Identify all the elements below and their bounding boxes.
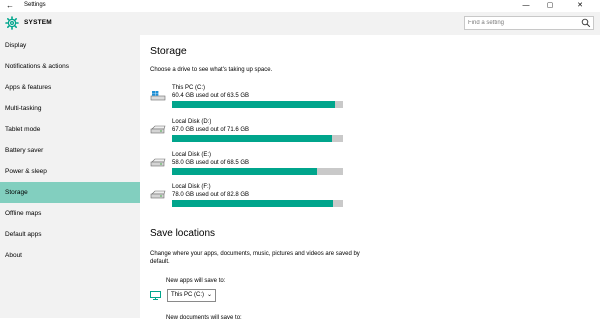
- new-documents-label: New documents will save to:: [166, 315, 242, 321]
- minimize-button[interactable]: —: [516, 0, 536, 12]
- page-title: Storage: [150, 45, 187, 57]
- monitor-icon: [150, 291, 161, 300]
- new-apps-location-dropdown[interactable]: This PC (C:) ⌄: [167, 289, 216, 302]
- disk-drive-icon: [150, 125, 166, 134]
- drive-name: Local Disk (F:): [172, 184, 211, 190]
- usage-bar: [172, 200, 343, 207]
- search-box[interactable]: [464, 16, 594, 30]
- disk-drive-icon: [150, 158, 166, 167]
- search-icon[interactable]: [581, 18, 591, 28]
- usage-bar: [172, 135, 343, 142]
- usage-bar-fill: [172, 200, 334, 207]
- sidebar-item-apps-features[interactable]: Apps & features: [0, 77, 140, 98]
- usage-bar: [172, 168, 343, 175]
- section-title: SYSTEM: [24, 19, 52, 26]
- sidebar-item-tablet-mode[interactable]: Tablet mode: [0, 119, 140, 140]
- drive-usage: 58.0 GB used out of 68.5 GB: [172, 160, 250, 166]
- usage-bar-fill: [172, 101, 335, 108]
- sidebar-item-notifications[interactable]: Notifications & actions: [0, 56, 140, 77]
- new-apps-label: New apps will save to:: [166, 278, 226, 284]
- gear-icon: [5, 16, 19, 30]
- dropdown-value: This PC (C:): [171, 292, 204, 298]
- drive-d[interactable]: Local Disk (D:) 67.0 GB used out of 71.6…: [150, 119, 350, 149]
- disk-drive-icon: [150, 190, 166, 199]
- drive-usage: 78.0 GB used out of 82.8 GB: [172, 192, 250, 198]
- sidebar-item-storage[interactable]: Storage: [0, 182, 140, 203]
- drive-name: This PC (C:): [172, 85, 205, 91]
- drive-e[interactable]: Local Disk (E:) 58.0 GB used out of 68.5…: [150, 152, 350, 182]
- sidebar-item-battery-saver[interactable]: Battery saver: [0, 140, 140, 161]
- window-title: Settings: [24, 2, 46, 8]
- drive-usage: 67.0 GB used out of 71.6 GB: [172, 127, 250, 133]
- save-locations-description: Change where your apps, documents, music…: [150, 251, 360, 265]
- drive-c[interactable]: This PC (C:) 60.4 GB used out of 63.5 GB: [150, 85, 350, 115]
- sidebar: Display Notifications & actions Apps & f…: [0, 35, 140, 318]
- section-header: SYSTEM: [0, 12, 600, 35]
- chevron-down-icon: ⌄: [206, 292, 212, 298]
- usage-bar-fill: [172, 135, 333, 142]
- storage-description: Choose a drive to see what's taking up s…: [150, 67, 273, 73]
- close-button[interactable]: ✕: [570, 0, 590, 12]
- sidebar-item-power-sleep[interactable]: Power & sleep: [0, 161, 140, 182]
- search-input[interactable]: [468, 18, 576, 28]
- title-bar: ← Settings — ▢ ✕: [0, 0, 600, 12]
- sidebar-item-about[interactable]: About: [0, 245, 140, 266]
- save-locations-title: Save locations: [150, 228, 216, 239]
- back-arrow-icon[interactable]: ←: [6, 1, 14, 10]
- usage-bar: [172, 101, 343, 108]
- windows-drive-icon: [150, 91, 166, 101]
- drive-name: Local Disk (E:): [172, 152, 212, 158]
- maximize-button[interactable]: ▢: [540, 0, 560, 12]
- drive-f[interactable]: Local Disk (F:) 78.0 GB used out of 82.8…: [150, 184, 350, 214]
- drive-name: Local Disk (D:): [172, 119, 212, 125]
- usage-bar-fill: [172, 168, 317, 175]
- sidebar-item-display[interactable]: Display: [0, 35, 140, 56]
- sidebar-item-multitasking[interactable]: Multi-tasking: [0, 98, 140, 119]
- sidebar-item-offline-maps[interactable]: Offline maps: [0, 203, 140, 224]
- drive-usage: 60.4 GB used out of 63.5 GB: [172, 93, 250, 99]
- sidebar-item-default-apps[interactable]: Default apps: [0, 224, 140, 245]
